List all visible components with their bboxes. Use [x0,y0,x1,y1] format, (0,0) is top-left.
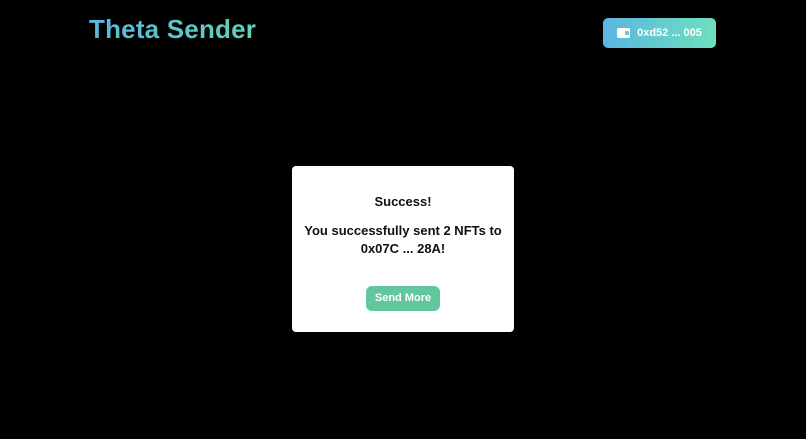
dialog-message: You successfully sent 2 NFTs to 0x07C ..… [304,223,502,256]
top-bar: Theta Sender 0xd52 ... 005 [0,0,806,64]
send-more-button[interactable]: Send More [366,286,440,311]
app-logo-title: Theta Sender [89,14,257,44]
wallet-icon [617,28,631,38]
wallet-address-button[interactable]: 0xd52 ... 005 [603,18,716,48]
wallet-address-label: 0xd52 ... 005 [637,27,702,39]
success-dialog: Success! You successfully sent 2 NFTs to… [292,166,514,332]
dialog-title: Success! [374,194,432,209]
